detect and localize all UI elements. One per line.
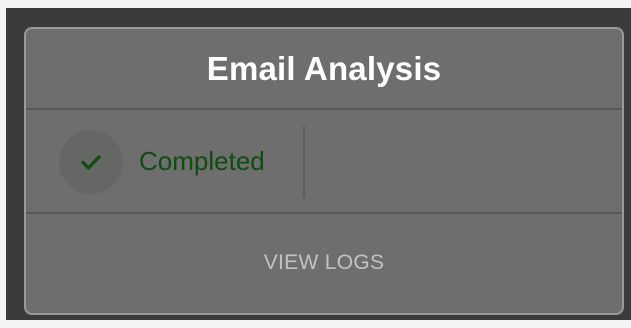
view-logs-button[interactable]: VIEW LOGS (254, 245, 395, 281)
card-title: Email Analysis (206, 50, 442, 87)
card-footer: VIEW LOGS (26, 214, 622, 313)
checkmark-icon (81, 155, 101, 170)
status-separator (303, 126, 305, 198)
card-header: Email Analysis (26, 29, 622, 109)
status-label: Completed (139, 146, 265, 176)
status-row: Completed (26, 110, 622, 212)
status-indicator (59, 130, 123, 194)
task-card: Email Analysis Completed VIEW LOGS (24, 27, 624, 315)
